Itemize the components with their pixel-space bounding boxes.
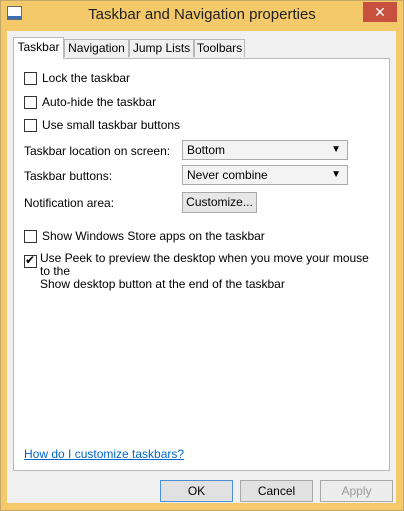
buttons-label: Taskbar buttons: (24, 169, 113, 183)
properties-window: Taskbar and Navigation properties ✕ Task… (0, 0, 404, 511)
checkbox-label: Auto-hide the taskbar (42, 95, 157, 109)
location-label: Taskbar location on screen: (24, 144, 171, 158)
checkbox-label: Show Windows Store apps on the taskbar (42, 229, 265, 243)
autohide-taskbar-checkbox[interactable]: Auto-hide the taskbar (24, 95, 156, 109)
taskbar-panel: Lock the taskbar Auto-hide the taskbar U… (13, 58, 390, 471)
tab-toolbars[interactable]: Toolbars (194, 39, 245, 57)
checkbox-label: Lock the taskbar (42, 71, 131, 85)
location-select[interactable]: Bottom ▼ (182, 140, 348, 160)
lock-taskbar-checkbox[interactable]: Lock the taskbar (24, 71, 130, 85)
ok-button[interactable]: OK (160, 480, 233, 502)
buttons-value: Never combine (187, 168, 268, 182)
buttons-select[interactable]: Never combine ▼ (182, 165, 348, 185)
window-title: Taskbar and Navigation properties (88, 6, 316, 23)
peek-label-line-2: Show desktop button at the end of the ta… (40, 277, 285, 291)
location-value: Bottom (187, 143, 226, 157)
checkbox-label: Use small taskbar buttons (42, 118, 181, 132)
checkbox-box[interactable] (24, 71, 37, 85)
peek-label-line-1: Use Peek to preview the desktop when you… (40, 251, 369, 278)
tab-taskbar[interactable]: Taskbar (13, 37, 64, 59)
small-buttons-checkbox[interactable]: Use small taskbar buttons (24, 118, 180, 132)
tab-jump-lists[interactable]: Jump Lists (129, 39, 194, 57)
cancel-button[interactable]: Cancel (240, 480, 313, 502)
checkbox-box[interactable] (24, 229, 37, 243)
close-button[interactable]: ✕ (363, 2, 397, 22)
checkmark-icon[interactable] (24, 253, 37, 268)
chevron-down-icon: ▼ (331, 144, 341, 155)
title-bar[interactable]: Taskbar and Navigation properties ✕ (1, 1, 403, 31)
checkbox-box[interactable] (24, 118, 37, 132)
customize-button[interactable]: Customize... (182, 192, 257, 213)
dialog-client: Taskbar Navigation Jump Lists Toolbars L… (7, 31, 396, 503)
checkbox-box[interactable] (24, 95, 37, 109)
help-link[interactable]: How do I customize taskbars? (24, 447, 184, 461)
apply-button[interactable]: Apply (320, 480, 393, 502)
chevron-down-icon: ▼ (331, 169, 341, 180)
close-icon: ✕ (374, 4, 386, 20)
store-apps-checkbox[interactable]: Show Windows Store apps on the taskbar (24, 229, 265, 243)
notification-label: Notification area: (24, 196, 115, 210)
tab-navigation[interactable]: Navigation (64, 39, 129, 57)
